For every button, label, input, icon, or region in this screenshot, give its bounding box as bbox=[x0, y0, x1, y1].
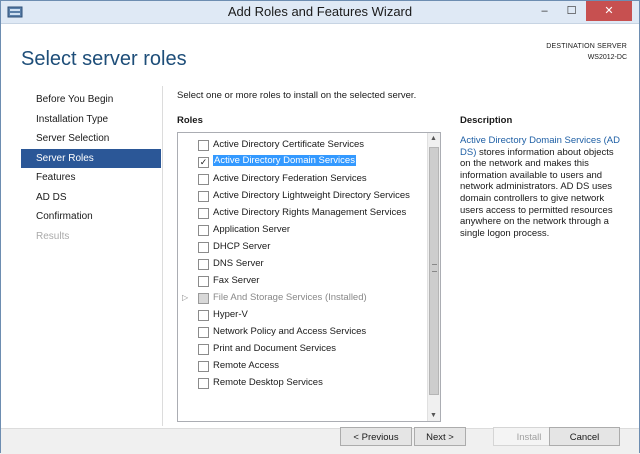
description-body: stores information about objects on the … bbox=[460, 146, 614, 239]
role-checkbox[interactable] bbox=[198, 327, 209, 338]
role-item[interactable]: Network Policy and Access Services bbox=[178, 324, 426, 341]
role-item[interactable]: ✓ Active Directory Domain Services bbox=[178, 154, 426, 171]
role-checkbox[interactable] bbox=[198, 310, 209, 321]
nav-confirmation[interactable]: Confirmation bbox=[21, 207, 161, 227]
description-heading: Description bbox=[460, 115, 513, 126]
wizard-nav: Before You Begin Installation Type Serve… bbox=[21, 90, 161, 246]
scroll-down-icon[interactable]: ▼ bbox=[430, 412, 437, 419]
nav-server-selection[interactable]: Server Selection bbox=[21, 129, 161, 149]
role-label: Print and Document Services bbox=[213, 343, 337, 354]
role-item[interactable]: DNS Server bbox=[178, 256, 426, 273]
role-checkbox[interactable]: ✓ bbox=[198, 157, 209, 168]
scroll-thumb[interactable] bbox=[429, 147, 439, 395]
role-checkbox[interactable] bbox=[198, 242, 209, 253]
next-button[interactable]: Next > bbox=[414, 427, 466, 446]
instruction-text: Select one or more roles to install on t… bbox=[177, 90, 417, 101]
role-item[interactable]: Fax Server bbox=[178, 273, 426, 290]
role-checkbox[interactable] bbox=[198, 378, 209, 389]
role-label: Hyper-V bbox=[213, 309, 248, 320]
role-label: Active Directory Federation Services bbox=[213, 173, 367, 184]
role-label: Fax Server bbox=[213, 275, 260, 286]
nav-results: Results bbox=[36, 230, 70, 242]
role-checkbox[interactable] bbox=[198, 174, 209, 185]
title-bar: Add Roles and Features Wizard – ☐ ✕ bbox=[1, 1, 639, 24]
role-label: Application Server bbox=[213, 224, 291, 235]
roles-list[interactable]: Remote Desktop Services Remote Access Prin… bbox=[177, 132, 441, 422]
role-item[interactable]: ▷ File And Storage Services (Installed) bbox=[178, 290, 426, 307]
role-checkbox[interactable] bbox=[198, 191, 209, 202]
role-item[interactable]: Active Directory Lightweight Directory S… bbox=[178, 188, 426, 205]
close-button[interactable]: ✕ bbox=[586, 1, 632, 21]
nav-installation-type[interactable]: Installation Type bbox=[21, 110, 161, 130]
destination-server-label: DESTINATION SERVER bbox=[546, 43, 627, 50]
role-label: DHCP Server bbox=[213, 241, 271, 252]
role-item[interactable]: Remote Access bbox=[178, 358, 426, 375]
role-checkbox[interactable] bbox=[198, 225, 209, 236]
role-label: Active Directory Domain Services bbox=[213, 155, 356, 166]
page-title: Select server roles bbox=[21, 48, 187, 70]
role-item[interactable]: Application Server bbox=[178, 222, 426, 239]
role-label: File And Storage Services (Installed) bbox=[213, 292, 367, 303]
wizard-window: Add Roles and Features Wizard – ☐ ✕ Sele… bbox=[0, 0, 640, 454]
role-checkbox[interactable] bbox=[198, 259, 209, 270]
nav-before-you-begin[interactable]: Before You Begin bbox=[21, 90, 161, 110]
wizard-content: Select server roles DESTINATION SERVER W… bbox=[1, 24, 639, 428]
destination-server-name: WS2012-DC bbox=[587, 54, 627, 61]
role-label: Active Directory Lightweight Directory S… bbox=[213, 190, 410, 201]
role-checkbox[interactable] bbox=[198, 276, 209, 287]
roles-scrollbar[interactable]: ▲ ▼ bbox=[427, 133, 440, 421]
expand-arrow-icon[interactable]: ▷ bbox=[182, 293, 188, 302]
nav-divider bbox=[162, 86, 163, 426]
role-item[interactable]: Hyper-V bbox=[178, 307, 426, 324]
scroll-up-icon[interactable]: ▲ bbox=[430, 135, 437, 142]
role-item[interactable]: Active Directory Certificate Services bbox=[178, 137, 426, 154]
role-label: Remote Desktop Services bbox=[213, 377, 323, 388]
wizard-footer: < Previous Next > Install Cancel bbox=[1, 427, 639, 454]
description-text: Active Directory Domain Services (AD DS)… bbox=[460, 135, 625, 239]
role-item[interactable]: DHCP Server bbox=[178, 239, 426, 256]
role-checkbox[interactable] bbox=[198, 293, 209, 304]
nav-features[interactable]: Features bbox=[21, 168, 161, 188]
role-label: Network Policy and Access Services bbox=[213, 326, 367, 337]
role-checkbox[interactable] bbox=[198, 344, 209, 355]
role-item[interactable]: Print and Document Services bbox=[178, 341, 426, 358]
role-checkbox[interactable] bbox=[198, 208, 209, 219]
previous-button[interactable]: < Previous bbox=[340, 427, 412, 446]
role-item[interactable]: Active Directory Federation Services bbox=[178, 171, 426, 188]
nav-ad-ds[interactable]: AD DS bbox=[21, 188, 161, 208]
maximize-button[interactable]: ☐ bbox=[558, 1, 585, 21]
nav-server-roles[interactable]: Server Roles bbox=[21, 148, 161, 168]
role-item[interactable]: Active Directory Rights Management Servi… bbox=[178, 205, 426, 222]
role-label: DNS Server bbox=[213, 258, 264, 269]
role-label: Remote Access bbox=[213, 360, 279, 371]
cancel-button[interactable]: Cancel bbox=[549, 427, 620, 446]
role-checkbox[interactable] bbox=[198, 140, 209, 151]
minimize-button[interactable]: – bbox=[531, 1, 558, 21]
role-label: Active Directory Rights Management Servi… bbox=[213, 207, 407, 218]
role-checkbox[interactable] bbox=[198, 361, 209, 372]
role-item[interactable]: Remote Desktop Services bbox=[178, 375, 426, 392]
role-label: Active Directory Certificate Services bbox=[213, 139, 364, 150]
roles-heading: Roles bbox=[177, 115, 203, 126]
scroll-grip-icon bbox=[432, 264, 437, 272]
